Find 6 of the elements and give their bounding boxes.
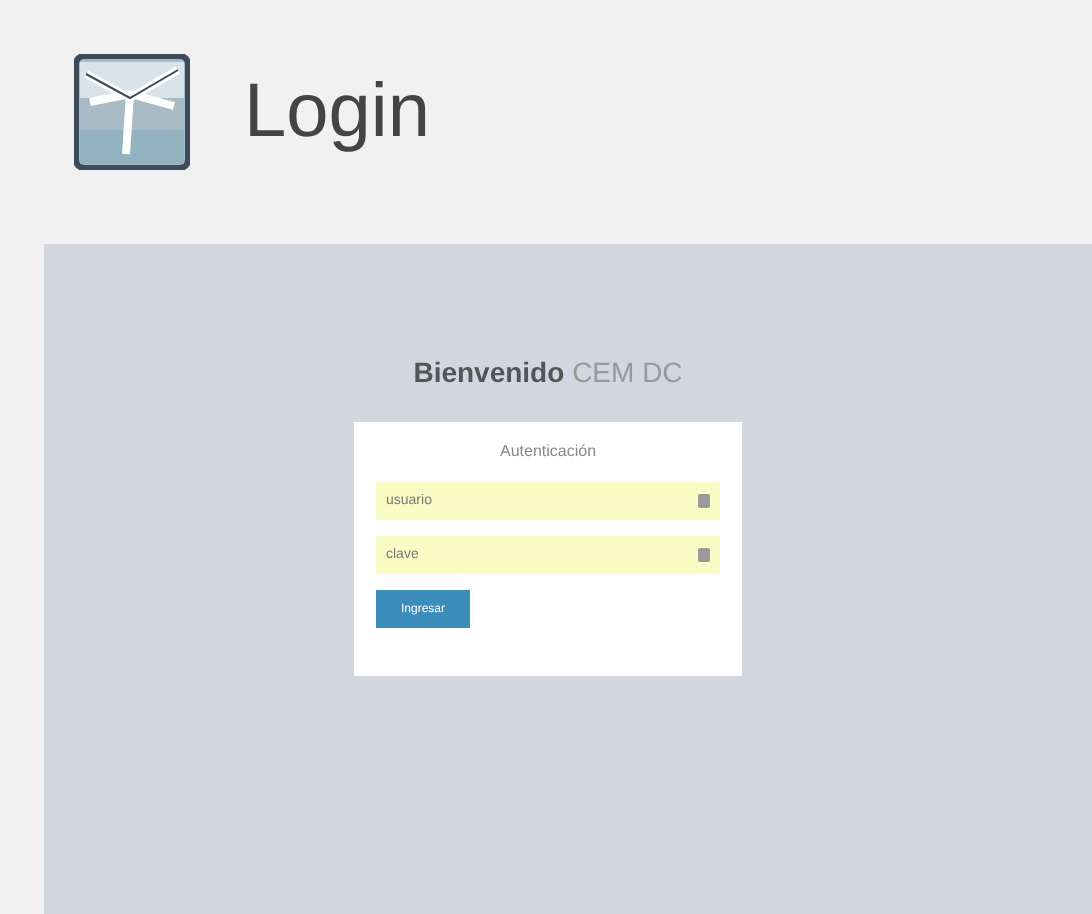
field-icon [698, 494, 710, 508]
page-title: Login [244, 69, 430, 155]
form-heading: Autenticación [497, 442, 599, 460]
welcome-heading: Bienvenido CEM DC [413, 356, 683, 388]
field-icon [698, 548, 710, 562]
app-logo-icon [74, 54, 190, 170]
